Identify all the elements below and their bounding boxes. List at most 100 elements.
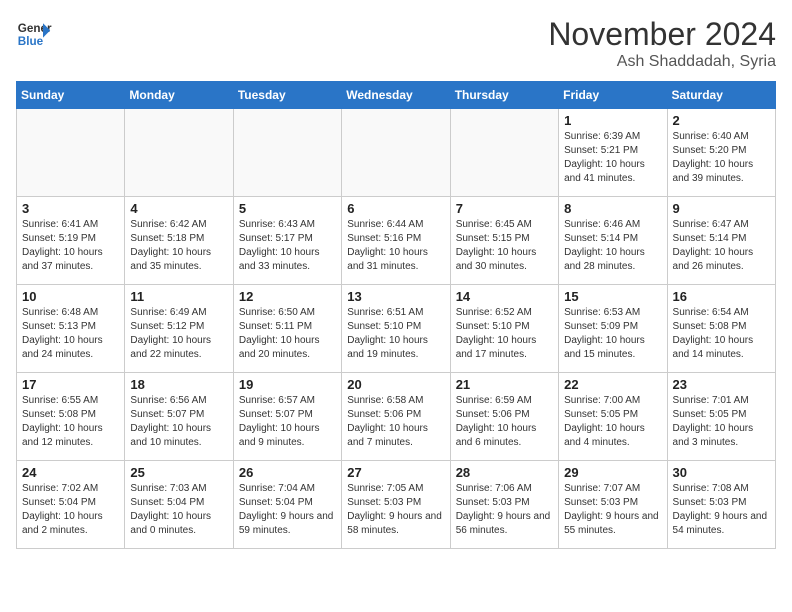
- cell-line: Daylight: 10 hours and 4 minutes.: [564, 422, 661, 450]
- day-number: 9: [673, 201, 770, 216]
- week-row-2: 3Sunrise: 6:41 AMSunset: 5:19 PMDaylight…: [17, 197, 776, 285]
- week-row-4: 17Sunrise: 6:55 AMSunset: 5:08 PMDayligh…: [17, 373, 776, 461]
- cell-line: Sunrise: 7:08 AM: [673, 482, 770, 496]
- day-number: 15: [564, 289, 661, 304]
- cell-line: Sunrise: 6:52 AM: [456, 306, 553, 320]
- cell-line: Sunrise: 6:54 AM: [673, 306, 770, 320]
- cell-line: Daylight: 9 hours and 58 minutes.: [347, 510, 444, 538]
- cell-line: Daylight: 10 hours and 9 minutes.: [239, 422, 336, 450]
- col-header-saturday: Saturday: [667, 82, 775, 109]
- month-title: November 2024: [548, 16, 776, 53]
- cell-line: Sunrise: 6:43 AM: [239, 218, 336, 232]
- col-header-friday: Friday: [559, 82, 667, 109]
- day-number: 13: [347, 289, 444, 304]
- calendar-cell: 11Sunrise: 6:49 AMSunset: 5:12 PMDayligh…: [125, 285, 233, 373]
- cell-line: Sunrise: 6:58 AM: [347, 394, 444, 408]
- cell-line: Daylight: 10 hours and 30 minutes.: [456, 246, 553, 274]
- cell-line: Sunset: 5:08 PM: [22, 408, 119, 422]
- cell-line: Sunset: 5:05 PM: [564, 408, 661, 422]
- cell-line: Sunrise: 6:48 AM: [22, 306, 119, 320]
- col-header-monday: Monday: [125, 82, 233, 109]
- calendar-cell: 1Sunrise: 6:39 AMSunset: 5:21 PMDaylight…: [559, 109, 667, 197]
- cell-line: Sunset: 5:12 PM: [130, 320, 227, 334]
- day-number: 5: [239, 201, 336, 216]
- cell-line: Sunset: 5:16 PM: [347, 232, 444, 246]
- cell-line: Daylight: 10 hours and 22 minutes.: [130, 334, 227, 362]
- day-number: 19: [239, 377, 336, 392]
- cell-line: Sunset: 5:05 PM: [673, 408, 770, 422]
- day-number: 24: [22, 465, 119, 480]
- calendar-cell: 7Sunrise: 6:45 AMSunset: 5:15 PMDaylight…: [450, 197, 558, 285]
- calendar-cell: 8Sunrise: 6:46 AMSunset: 5:14 PMDaylight…: [559, 197, 667, 285]
- day-number: 14: [456, 289, 553, 304]
- calendar-cell: 14Sunrise: 6:52 AMSunset: 5:10 PMDayligh…: [450, 285, 558, 373]
- cell-line: Sunset: 5:18 PM: [130, 232, 227, 246]
- cell-line: Daylight: 10 hours and 26 minutes.: [673, 246, 770, 274]
- cell-line: Daylight: 10 hours and 41 minutes.: [564, 158, 661, 186]
- logo: General Blue: [16, 16, 52, 52]
- cell-line: Sunset: 5:20 PM: [673, 144, 770, 158]
- cell-line: Sunrise: 7:01 AM: [673, 394, 770, 408]
- day-number: 28: [456, 465, 553, 480]
- calendar-cell: 3Sunrise: 6:41 AMSunset: 5:19 PMDaylight…: [17, 197, 125, 285]
- day-number: 23: [673, 377, 770, 392]
- day-number: 12: [239, 289, 336, 304]
- cell-line: Sunrise: 7:07 AM: [564, 482, 661, 496]
- cell-line: Sunset: 5:03 PM: [347, 496, 444, 510]
- calendar-cell: [450, 109, 558, 197]
- calendar-cell: 26Sunrise: 7:04 AMSunset: 5:04 PMDayligh…: [233, 461, 341, 549]
- cell-line: Sunrise: 7:00 AM: [564, 394, 661, 408]
- week-row-1: 1Sunrise: 6:39 AMSunset: 5:21 PMDaylight…: [17, 109, 776, 197]
- day-number: 22: [564, 377, 661, 392]
- calendar-cell: [17, 109, 125, 197]
- cell-line: Sunset: 5:11 PM: [239, 320, 336, 334]
- cell-line: Sunrise: 6:53 AM: [564, 306, 661, 320]
- cell-line: Sunrise: 6:40 AM: [673, 130, 770, 144]
- cell-line: Sunset: 5:04 PM: [239, 496, 336, 510]
- day-number: 4: [130, 201, 227, 216]
- day-number: 21: [456, 377, 553, 392]
- calendar-table: SundayMondayTuesdayWednesdayThursdayFrid…: [16, 81, 776, 549]
- week-row-3: 10Sunrise: 6:48 AMSunset: 5:13 PMDayligh…: [17, 285, 776, 373]
- calendar-cell: [342, 109, 450, 197]
- day-number: 17: [22, 377, 119, 392]
- cell-line: Daylight: 10 hours and 14 minutes.: [673, 334, 770, 362]
- cell-line: Sunrise: 6:59 AM: [456, 394, 553, 408]
- calendar-cell: [233, 109, 341, 197]
- cell-line: Daylight: 10 hours and 19 minutes.: [347, 334, 444, 362]
- col-header-tuesday: Tuesday: [233, 82, 341, 109]
- cell-line: Sunrise: 6:49 AM: [130, 306, 227, 320]
- logo-icon: General Blue: [16, 16, 52, 52]
- cell-line: Sunset: 5:03 PM: [564, 496, 661, 510]
- cell-line: Daylight: 10 hours and 20 minutes.: [239, 334, 336, 362]
- calendar-cell: 12Sunrise: 6:50 AMSunset: 5:11 PMDayligh…: [233, 285, 341, 373]
- day-number: 3: [22, 201, 119, 216]
- calendar-cell: 30Sunrise: 7:08 AMSunset: 5:03 PMDayligh…: [667, 461, 775, 549]
- cell-line: Sunrise: 7:04 AM: [239, 482, 336, 496]
- cell-line: Daylight: 10 hours and 15 minutes.: [564, 334, 661, 362]
- cell-line: Sunset: 5:08 PM: [673, 320, 770, 334]
- cell-line: Sunrise: 6:57 AM: [239, 394, 336, 408]
- cell-line: Sunset: 5:04 PM: [130, 496, 227, 510]
- day-number: 6: [347, 201, 444, 216]
- day-number: 29: [564, 465, 661, 480]
- calendar-cell: 27Sunrise: 7:05 AMSunset: 5:03 PMDayligh…: [342, 461, 450, 549]
- col-header-wednesday: Wednesday: [342, 82, 450, 109]
- cell-line: Sunset: 5:06 PM: [456, 408, 553, 422]
- cell-line: Sunrise: 7:03 AM: [130, 482, 227, 496]
- calendar-cell: 19Sunrise: 6:57 AMSunset: 5:07 PMDayligh…: [233, 373, 341, 461]
- cell-line: Daylight: 9 hours and 56 minutes.: [456, 510, 553, 538]
- cell-line: Daylight: 10 hours and 31 minutes.: [347, 246, 444, 274]
- cell-line: Daylight: 9 hours and 55 minutes.: [564, 510, 661, 538]
- cell-line: Sunset: 5:19 PM: [22, 232, 119, 246]
- calendar-cell: 23Sunrise: 7:01 AMSunset: 5:05 PMDayligh…: [667, 373, 775, 461]
- calendar-cell: 28Sunrise: 7:06 AMSunset: 5:03 PMDayligh…: [450, 461, 558, 549]
- cell-line: Daylight: 10 hours and 0 minutes.: [130, 510, 227, 538]
- cell-line: Daylight: 10 hours and 39 minutes.: [673, 158, 770, 186]
- cell-line: Daylight: 10 hours and 6 minutes.: [456, 422, 553, 450]
- calendar-cell: 4Sunrise: 6:42 AMSunset: 5:18 PMDaylight…: [125, 197, 233, 285]
- calendar-cell: [125, 109, 233, 197]
- header-row: SundayMondayTuesdayWednesdayThursdayFrid…: [17, 82, 776, 109]
- cell-line: Sunset: 5:09 PM: [564, 320, 661, 334]
- cell-line: Sunset: 5:14 PM: [673, 232, 770, 246]
